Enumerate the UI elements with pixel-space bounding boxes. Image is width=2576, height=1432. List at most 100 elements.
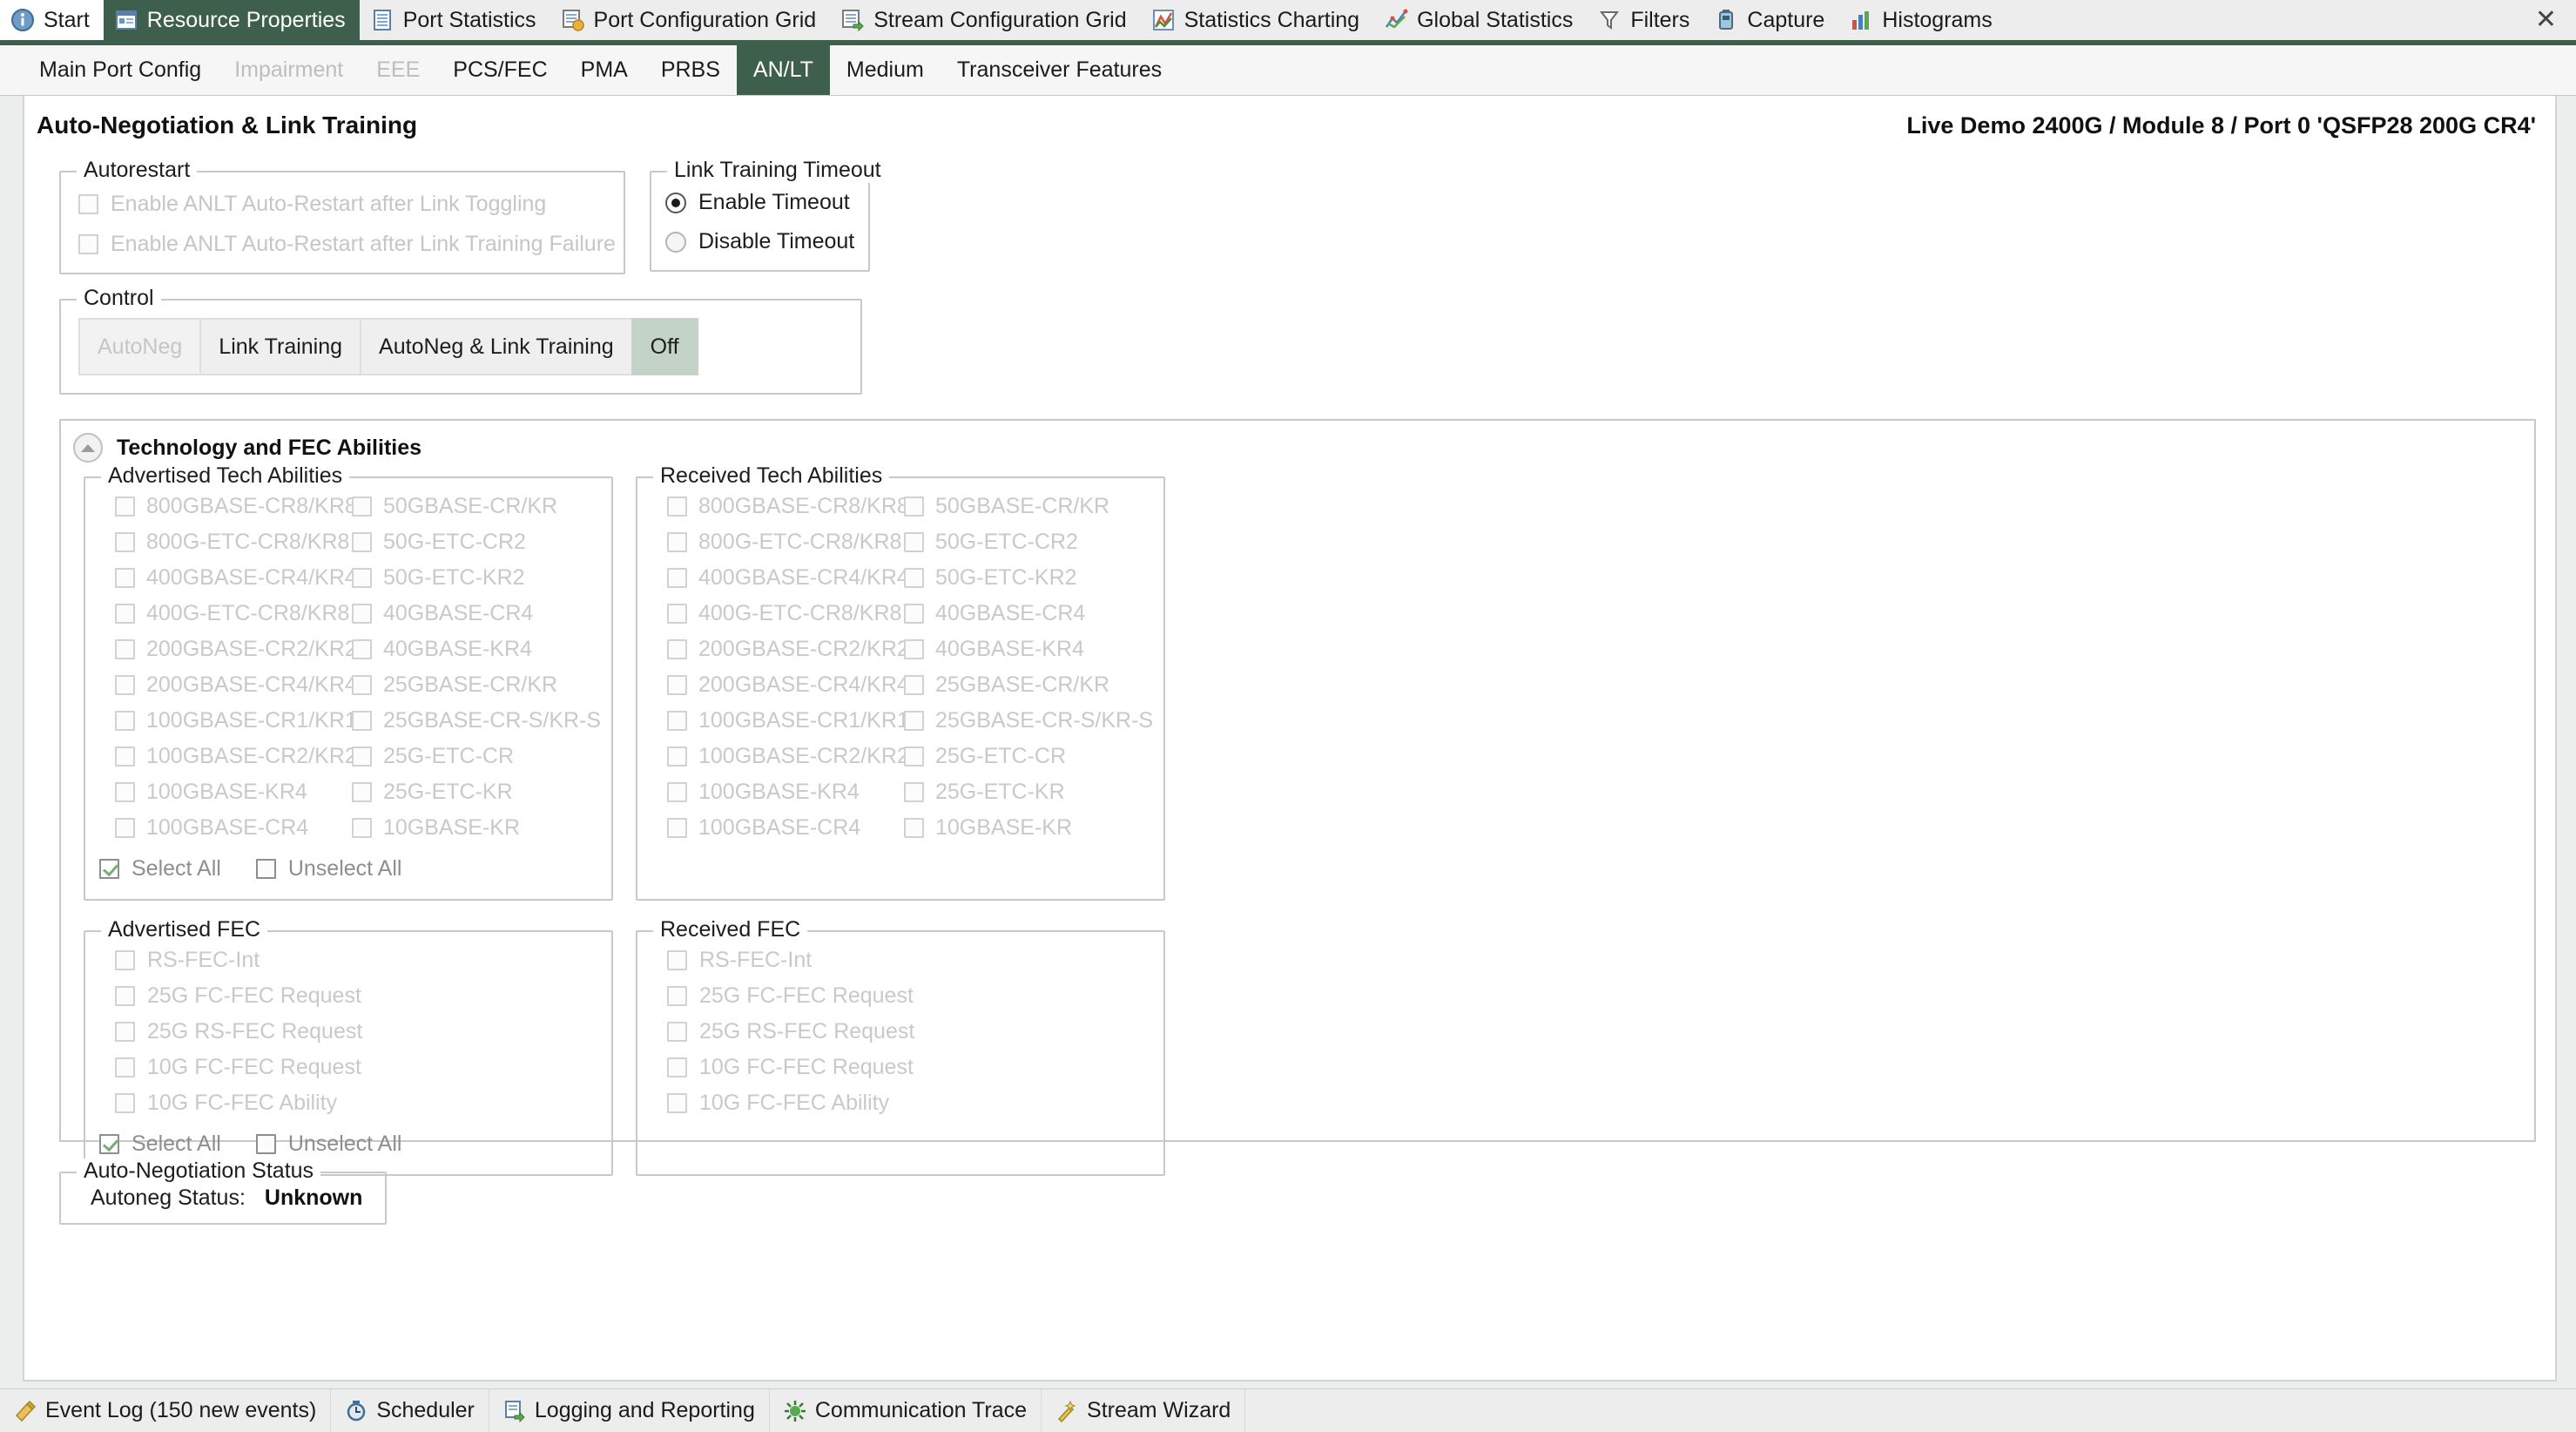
advertised-tech-item: 100GBASE-CR4	[115, 815, 340, 841]
advertised-fec-unselect-all-checkbox[interactable]	[255, 1134, 276, 1154]
advertised-fec-unselect-all-label: Unselect All	[287, 1131, 402, 1156]
received-fec-checkbox-4	[667, 1057, 687, 1077]
advertised-fec-item: 25G RS-FEC Request	[115, 1019, 597, 1044]
radio-enable-timeout[interactable]	[665, 192, 686, 213]
advertised-tech-item: 25GBASE-CR/KR	[352, 672, 587, 698]
stream-wizard-icon	[1055, 1400, 1078, 1422]
tab-medium[interactable]: Medium	[830, 45, 941, 95]
received-tech-item: 800GBASE-CR8/KR8	[667, 494, 909, 519]
main-toolbar: Start Resource Properties Port Statistics P…	[0, 0, 2576, 45]
received-fec-item: 10G FC-FEC Request	[667, 1055, 1150, 1080]
received-tech-label-5: 200GBASE-CR2/KR2	[698, 637, 909, 661]
advertised-tech-checkbox-7	[115, 711, 135, 731]
toolbar-tab-capture[interactable]: Capture	[1703, 0, 1838, 40]
advertised-tech-item: 400G-ETC-CR8/KR8	[115, 601, 349, 626]
received-tech-item: 40GBASE-KR4	[904, 637, 1139, 662]
toolbar-tab-label: Filters	[1630, 7, 1690, 32]
advertised-tech-select-row: Select All Unselect All	[99, 856, 597, 881]
communication-trace-icon	[784, 1400, 806, 1422]
toolbar-tab-start[interactable]: Start	[0, 0, 104, 40]
info-icon	[10, 8, 35, 32]
statistics-charting-icon	[1151, 8, 1176, 32]
received-tech-item: 50G-ETC-KR2	[904, 565, 1139, 591]
control-button-autoneg-link-training[interactable]: AutoNeg & Link Training	[360, 318, 631, 375]
statusbar-item-event-log-150-new-events[interactable]: Event Log (150 new events)	[0, 1389, 332, 1432]
toolbar-tab-resource-properties[interactable]: Resource Properties	[103, 0, 360, 40]
received-tech-item: 100GBASE-CR2/KR2	[667, 744, 909, 769]
tab-pma[interactable]: PMA	[564, 45, 644, 95]
received-tech-checkbox-7	[904, 711, 924, 731]
link-training-timeout-option-2[interactable]: Disable Timeout	[665, 229, 854, 254]
tab-impairment: Impairment	[234, 57, 344, 82]
advertised-fec-checkbox-5	[115, 1093, 135, 1113]
received-tech-item: 25GBASE-CR/KR	[904, 672, 1139, 698]
link-training-timeout-option-1[interactable]: Enable Timeout	[665, 190, 851, 215]
statusbar-item-label: Stream Wizard	[1087, 1398, 1231, 1422]
received-tech-checkbox-10	[667, 818, 687, 838]
toolbar-tab-global-statistics[interactable]: Global Statistics	[1373, 0, 1587, 40]
received-fec-label-4: 10G FC-FEC Request	[699, 1055, 914, 1079]
statusbar-item-stream-wizard[interactable]: Stream Wizard	[1042, 1389, 1246, 1432]
control-button-link-training[interactable]: Link Training	[199, 318, 361, 375]
technology-fec-panel-header[interactable]: Technology and FEC Abilities	[61, 421, 2534, 471]
control-button-autoneg: AutoNeg	[78, 318, 200, 375]
toolbar-tab-port-configuration-grid[interactable]: Port Configuration Grid	[550, 0, 831, 40]
advertised-tech-label-3: 400GBASE-CR4/KR4	[146, 565, 357, 590]
tab-transceiver-features[interactable]: Transceiver Features	[941, 45, 1178, 95]
advertised-tech-item: 800G-ETC-CR8/KR8	[115, 530, 349, 555]
histogram-icon	[1849, 8, 1873, 32]
page-header: Auto-Negotiation & Link Training Live De…	[24, 96, 2555, 148]
advertised-tech-unselect-all-checkbox[interactable]	[255, 859, 276, 879]
auto-negotiation-status-group: Auto-Negotiation Status Autoneg Status: …	[59, 1158, 387, 1225]
logging-reporting-icon	[503, 1400, 526, 1422]
radio-disable-timeout[interactable]	[665, 231, 686, 253]
received-tech-checkbox-9	[904, 782, 924, 802]
advertised-tech-checkbox-5	[352, 639, 372, 659]
tab-main-port-config[interactable]: Main Port Config	[23, 45, 218, 95]
control-button-off[interactable]: Off	[631, 318, 698, 375]
advertised-tech-item: 100GBASE-CR2/KR2	[115, 744, 357, 769]
advertised-tech-checkbox-7	[352, 711, 372, 731]
close-icon[interactable]: ✕	[2535, 7, 2557, 33]
advertised-fec-select-all-checkbox[interactable]	[99, 1134, 119, 1154]
toolbar-tab-filters[interactable]: Filters	[1587, 0, 1703, 40]
received-tech-checkbox-4	[904, 604, 924, 624]
advertised-tech-item: 10GBASE-KR	[352, 815, 587, 841]
received-tech-label-6: 25GBASE-CR/KR	[935, 672, 1110, 697]
advertised-tech-item: 200GBASE-CR4/KR4	[115, 672, 357, 698]
page-body: Autorestart Enable ANLT Auto-Restart aft…	[24, 148, 2555, 1380]
advertised-tech-unselect-all-label: Unselect All	[287, 856, 402, 881]
advertised-tech-select-all-checkbox[interactable]	[99, 859, 119, 879]
statusbar-item-communication-trace[interactable]: Communication Trace	[770, 1389, 1042, 1432]
advertised-fec-group: Advertised FEC RS-FEC-Int 25G FC-FEC Requ…	[84, 917, 613, 1176]
received-tech-label-2: 800G-ETC-CR8/KR8	[698, 530, 902, 554]
advertised-tech-checkbox-6	[352, 675, 372, 695]
received-tech-checkbox-7	[667, 711, 687, 731]
statusbar-item-scheduler[interactable]: Scheduler	[331, 1389, 489, 1432]
received-tech-label-6: 200GBASE-CR4/KR4	[698, 672, 909, 697]
statusbar-item-logging-and-reporting[interactable]: Logging and Reporting	[489, 1389, 770, 1432]
received-tech-label-5: 40GBASE-KR4	[935, 637, 1084, 661]
toolbar-tab-statistics-charting[interactable]: Statistics Charting	[1141, 0, 1373, 40]
advertised-fec-label-1: RS-FEC-Int	[147, 948, 260, 972]
received-tech-item: 100GBASE-KR4	[667, 780, 892, 805]
tab-an-lt[interactable]: AN/LT	[736, 45, 830, 95]
toolbar-tab-port-statistics[interactable]: Port Statistics	[360, 0, 550, 40]
tab-prbs[interactable]: PRBS	[644, 45, 737, 95]
tab-pcs-fec[interactable]: PCS/FEC	[436, 45, 563, 95]
received-tech-label-8: 100GBASE-CR2/KR2	[698, 744, 909, 768]
scheduler-icon	[345, 1400, 368, 1422]
received-fec-checkbox-2	[667, 986, 687, 1006]
resource-path-label: Live Demo 2400G / Module 8 / Port 0 'QSF…	[1906, 112, 2536, 138]
resource-properties-icon	[114, 8, 138, 32]
advertised-tech-select-all-label: Select All	[131, 856, 221, 881]
toolbar-tab-stream-configuration-grid[interactable]: Stream Configuration Grid	[830, 0, 1140, 40]
advertised-fec-checkbox-3	[115, 1022, 135, 1042]
chevron-up-icon[interactable]	[73, 433, 103, 463]
advertised-fec-checkbox-4	[115, 1057, 135, 1077]
toolbar-tab-histograms[interactable]: Histograms	[1838, 0, 2006, 40]
autorestart-checkbox-1	[78, 194, 98, 214]
advertised-tech-checkbox-8	[115, 746, 135, 767]
received-tech-label-1: 50GBASE-CR/KR	[935, 494, 1110, 518]
received-tech-checkbox-4	[667, 604, 687, 624]
